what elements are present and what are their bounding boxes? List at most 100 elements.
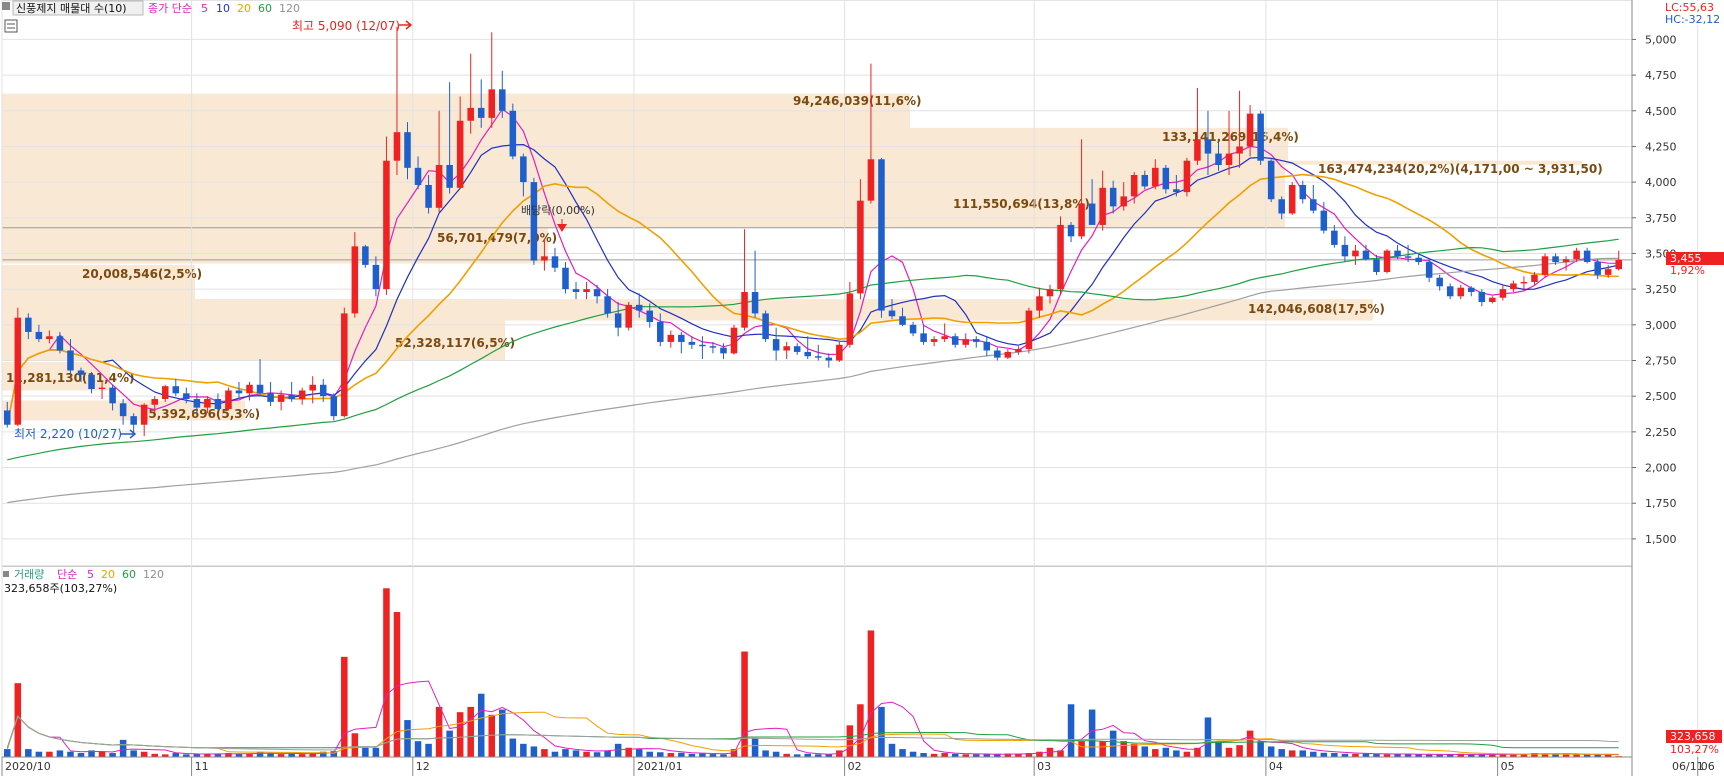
candle-body <box>867 159 875 201</box>
volume-bar <box>14 683 22 757</box>
volume-bar <box>1141 746 1149 757</box>
candle-body <box>1541 256 1549 275</box>
candle-body <box>930 339 938 342</box>
price-tick-label: 2,750 <box>1645 355 1677 368</box>
candle-body <box>404 132 411 168</box>
volume-bar <box>393 612 401 757</box>
volume-bar <box>499 709 506 757</box>
calculator-icon[interactable] <box>4 19 18 33</box>
candle-body <box>1352 250 1359 257</box>
price-tick-label: 2,500 <box>1645 390 1677 403</box>
x-tick-label: 2021/01 <box>637 760 683 773</box>
volume-bar <box>77 753 85 757</box>
volume-bar <box>741 651 748 757</box>
volume-bar <box>1162 747 1170 757</box>
candle-body <box>277 394 285 402</box>
ma5-period: 5 <box>201 2 208 15</box>
price-tick-label: 2,250 <box>1645 426 1677 439</box>
volume-bar <box>1320 752 1328 757</box>
candle-body <box>330 396 338 417</box>
volume-bar <box>140 751 148 757</box>
candle-body <box>878 159 885 311</box>
candle-body <box>193 399 201 408</box>
volume-bar <box>562 749 569 757</box>
x-tick-label: 06/11 <box>1672 760 1704 773</box>
price-tick-label: 1,500 <box>1645 533 1677 546</box>
candle-body <box>1067 224 1075 237</box>
candle-body <box>1173 189 1180 193</box>
candle-body <box>783 346 790 351</box>
candle-body <box>751 292 759 314</box>
volume-bar <box>941 753 948 757</box>
candle-body <box>1594 262 1601 275</box>
volume-bar <box>520 743 527 757</box>
price-tick-label: 3,250 <box>1645 283 1677 296</box>
candle-body <box>1478 292 1486 302</box>
candle-body <box>393 132 401 161</box>
current-volume: 323,658 <box>1670 730 1716 743</box>
volume-bar <box>699 753 706 757</box>
volume-bar <box>1120 741 1127 757</box>
candle-body <box>983 341 991 351</box>
candle-body <box>657 321 664 342</box>
price-tick-label: 3,000 <box>1645 319 1677 332</box>
candle-body <box>88 374 95 390</box>
candle-body <box>341 313 348 417</box>
candle-body <box>119 403 127 417</box>
candle-body <box>1288 184 1296 214</box>
candle-body <box>909 324 917 334</box>
pane-menu-icon[interactable] <box>2 2 10 10</box>
volume-bar <box>130 750 137 757</box>
candle-body <box>1615 259 1622 270</box>
volume-bar <box>635 749 643 757</box>
candle-body <box>972 339 980 342</box>
x-tick-label: 05 <box>1501 760 1515 773</box>
candle-body <box>1510 283 1517 290</box>
ma20-period: 20 <box>237 2 251 15</box>
candle-body <box>604 296 611 314</box>
low-annotation: 최저 2,220 (10/27) <box>14 427 122 441</box>
volume-bar <box>35 751 43 757</box>
candle-body <box>1552 256 1559 263</box>
candle-body <box>825 357 833 361</box>
candle-body <box>499 89 506 111</box>
volume-bar <box>772 751 780 757</box>
candle-body <box>1015 349 1022 352</box>
volume-bar <box>477 693 485 757</box>
volume-ma-label: 단순 <box>57 568 77 581</box>
candle-body <box>77 370 85 375</box>
candle-body <box>1499 289 1507 298</box>
candle-body <box>1194 139 1201 161</box>
candle-body <box>98 387 106 390</box>
volume-bar <box>583 751 590 757</box>
candle-body <box>1331 230 1338 245</box>
volume-pane-menu-icon[interactable] <box>3 571 9 577</box>
candle-body <box>1025 310 1033 350</box>
volume-bar <box>1078 741 1085 757</box>
volume-bar <box>267 753 274 757</box>
volume-profile-band <box>2 127 1288 163</box>
volume-bar <box>372 747 380 757</box>
volume-bar <box>4 749 11 757</box>
candle-body <box>414 167 422 185</box>
volume-bar <box>446 730 453 757</box>
volume-bar <box>1331 753 1338 757</box>
volume-bar <box>604 750 611 757</box>
volume-bar <box>593 752 601 757</box>
volume-bar <box>1130 743 1138 757</box>
candle-body <box>899 316 906 325</box>
candle-body <box>562 267 569 290</box>
candle-body <box>1446 286 1454 297</box>
candle-body <box>688 341 696 345</box>
candle-body <box>151 399 158 405</box>
candle-body <box>1278 199 1285 214</box>
x-tick-label: 2020/10 <box>5 760 51 773</box>
candle-body <box>1120 196 1127 207</box>
volume-bar <box>1267 746 1275 757</box>
candle-body <box>551 256 559 268</box>
candle-body <box>1468 287 1475 292</box>
candle-body <box>1457 287 1465 297</box>
price-tick-label: 1,750 <box>1645 497 1677 510</box>
stock-chart[interactable]: 25,392,696(5,3%)11,281,130(11,4%)52,328,… <box>0 0 1724 778</box>
candle-body <box>793 346 801 352</box>
